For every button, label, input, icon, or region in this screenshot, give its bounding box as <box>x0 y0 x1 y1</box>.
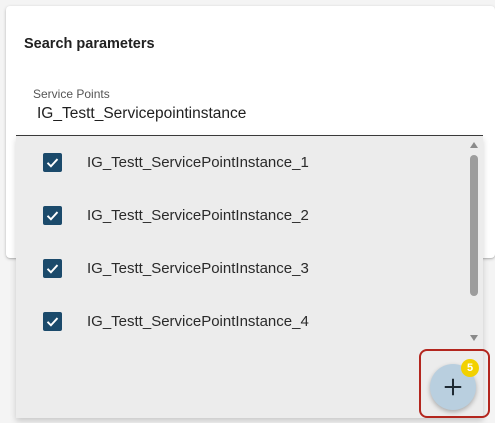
checkbox-checked-icon[interactable] <box>43 259 62 278</box>
service-points-input[interactable] <box>37 105 457 123</box>
scroll-down-arrow-icon[interactable] <box>470 335 478 341</box>
option-servicepointinstance-3[interactable]: IG_Testt_ServicePointInstance_3 <box>16 242 466 295</box>
service-points-label: Service Points <box>33 87 110 101</box>
scroll-up-arrow-icon[interactable] <box>470 142 478 148</box>
option-servicepointinstance-2[interactable]: IG_Testt_ServicePointInstance_2 <box>16 189 466 242</box>
dropdown-scrollbar[interactable] <box>466 136 483 346</box>
option-servicepointinstance-4[interactable]: IG_Testt_ServicePointInstance_4 <box>16 295 466 348</box>
checkbox-checked-icon[interactable] <box>43 153 62 172</box>
option-label: IG_Testt_ServicePointInstance_3 <box>87 260 309 277</box>
panel-title: Search parameters <box>24 36 155 52</box>
option-label: IG_Testt_ServicePointInstance_1 <box>87 154 309 171</box>
service-points-dropdown: IG_Testt_ServicePointInstance_1 IG_Testt… <box>16 136 483 418</box>
option-label: IG_Testt_ServicePointInstance_4 <box>87 313 309 330</box>
notification-badge: 5 <box>461 359 479 377</box>
plus-icon <box>444 378 462 396</box>
checkbox-checked-icon[interactable] <box>43 312 62 331</box>
option-servicepointinstance-1[interactable]: IG_Testt_ServicePointInstance_1 <box>16 136 466 189</box>
option-label: IG_Testt_ServicePointInstance_2 <box>87 207 309 224</box>
scroll-thumb[interactable] <box>470 155 478 296</box>
service-points-field[interactable]: Service Points <box>16 79 483 136</box>
checkbox-checked-icon[interactable] <box>43 206 62 225</box>
